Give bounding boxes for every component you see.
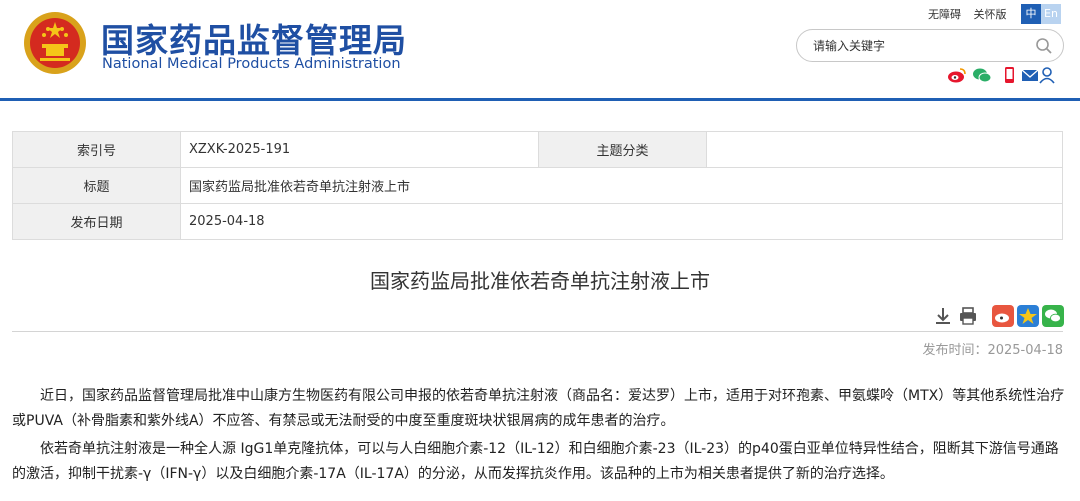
wechat-share-icon[interactable] [1042, 305, 1064, 327]
header-divider [0, 98, 1080, 101]
wechat-icon[interactable] [972, 66, 992, 84]
weibo-icon[interactable] [947, 66, 967, 84]
user-icon[interactable] [1037, 66, 1057, 84]
lang-zh-button[interactable]: 中 [1021, 4, 1041, 24]
download-icon[interactable] [932, 305, 954, 327]
weibo-share-icon[interactable] [992, 305, 1014, 327]
date-label: 发布日期 [12, 203, 181, 240]
date-value: 2025-04-18 [180, 203, 1063, 240]
info-table: 索引号 XZXK-2025-191 主题分类 标题 国家药监局批准依若奇单抗注射… [12, 131, 1063, 240]
search-box [796, 29, 1064, 62]
table-row: 索引号 XZXK-2025-191 主题分类 [12, 131, 1063, 168]
article-title: 国家药监局批准依若奇单抗注射液上市 [370, 269, 710, 293]
site-title-en[interactable]: National Medical Products Administration [102, 56, 401, 72]
national-emblem-icon[interactable] [22, 10, 88, 76]
mobile-icon[interactable] [999, 66, 1019, 84]
table-row: 发布日期 2025-04-18 [12, 203, 1063, 240]
title-label: 标题 [12, 167, 181, 204]
paragraph: 依若奇单抗注射液是一种全人源 IgG1单克隆抗体，可以与人白细胞介素-12（IL… [12, 441, 1059, 482]
site-title-cn[interactable]: 国家药品监督管理局 [101, 14, 407, 62]
category-value [706, 131, 1063, 168]
print-icon[interactable] [957, 305, 979, 327]
search-icon[interactable] [1035, 37, 1053, 55]
title-value: 国家药监局批准依若奇单抗注射液上市 [180, 167, 1063, 204]
table-row: 标题 国家药监局批准依若奇单抗注射液上市 [12, 167, 1063, 204]
site-header: 国家药品监督管理局 National Medical Products Admi… [0, 0, 1080, 101]
paragraph: 近日，国家药品监督管理局批准中山康方生物医药有限公司申报的依若奇单抗注射液（商品… [12, 388, 1065, 429]
elderly-mode-link[interactable]: 关怀版 [974, 8, 1007, 21]
lang-en-button[interactable]: En [1041, 4, 1061, 24]
accessibility-link[interactable]: 无障碍 [928, 8, 961, 21]
category-label: 主题分类 [538, 131, 707, 168]
top-links: 无障碍 关怀版 [928, 6, 1016, 22]
index-value: XZXK-2025-191 [180, 131, 539, 168]
index-label: 索引号 [12, 131, 181, 168]
publish-time: 发布时间：2025-04-18 [922, 343, 1063, 358]
article-body: 近日，国家药品监督管理局批准中山康方生物医药有限公司申报的依若奇单抗注射液（商品… [12, 384, 1072, 490]
search-input[interactable] [813, 37, 1023, 55]
qzone-share-icon[interactable] [1017, 305, 1039, 327]
article-divider [12, 331, 1063, 332]
